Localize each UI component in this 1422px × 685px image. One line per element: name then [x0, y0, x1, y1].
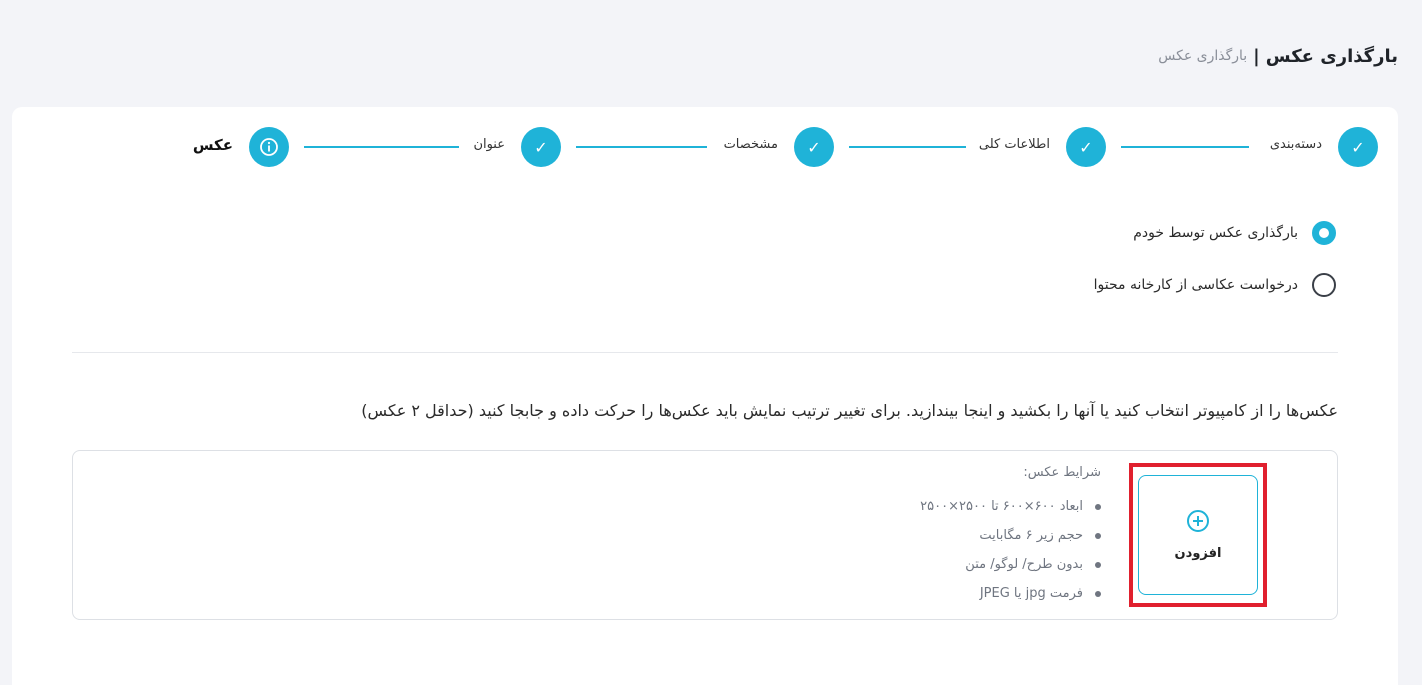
option-self-upload[interactable]: بارگذاری عکس توسط خودم: [1133, 221, 1336, 245]
page-header: بارگذاری عکس | بارگذاری عکس: [24, 40, 1398, 72]
check-icon: ✓: [534, 137, 548, 157]
self-upload-radio[interactable]: [1312, 221, 1336, 245]
studio-request-label: درخواست عکاسی از کارخانه محتوا: [1093, 277, 1298, 293]
step-1-circle[interactable]: ✓: [1338, 127, 1378, 167]
divider: [72, 352, 1338, 353]
page-title: بارگذاری عکس: [1265, 45, 1398, 67]
breadcrumb: بارگذاری عکس: [1158, 48, 1248, 64]
step-4-label: عنوان: [473, 137, 505, 152]
step-5-circle[interactable]: [249, 127, 289, 167]
self-upload-label: بارگذاری عکس توسط خودم: [1133, 225, 1298, 241]
step-connector: [849, 146, 966, 148]
check-icon: ✓: [807, 137, 821, 157]
step-connector: [304, 146, 459, 148]
stepper: ✓ دسته‌بندی ✓ اطلاعات کلی ✓ مشخصات ✓ عنو…: [12, 127, 1398, 167]
add-photo-button[interactable]: افزودن: [1138, 475, 1258, 595]
conditions-title: شرایط عکس:: [1023, 465, 1101, 480]
step-connector: [576, 146, 707, 148]
step-1-label: دسته‌بندی: [1269, 137, 1322, 152]
step-3-circle[interactable]: ✓: [794, 127, 834, 167]
title-separator: |: [1253, 45, 1260, 67]
check-icon: ✓: [1079, 137, 1093, 157]
step-5-label: عکس: [192, 136, 233, 154]
conditions-list: ابعاد ۶۰۰×۶۰۰ تا ۲۵۰۰×۲۵۰۰ حجم زیر ۶ مگا…: [841, 492, 1101, 608]
photo-conditions: شرایط عکس: ابعاد ۶۰۰×۶۰۰ تا ۲۵۰۰×۲۵۰۰ حج…: [841, 465, 1101, 608]
condition-item: ابعاد ۶۰۰×۶۰۰ تا ۲۵۰۰×۲۵۰۰: [841, 492, 1101, 521]
option-studio-request[interactable]: درخواست عکاسی از کارخانه محتوا: [1094, 273, 1336, 297]
step-connector: [1121, 146, 1249, 148]
studio-request-radio[interactable]: [1312, 273, 1336, 297]
condition-item: بدون طرح/ لوگو/ متن: [841, 550, 1101, 579]
condition-item: حجم زیر ۶ مگابایت: [841, 521, 1101, 550]
add-photo-label: افزودن: [1174, 545, 1222, 561]
upload-dropzone[interactable]: افزودن شرایط عکس: ابعاد ۶۰۰×۶۰۰ تا ۲۵۰۰×…: [72, 450, 1338, 620]
step-2-circle[interactable]: ✓: [1066, 127, 1106, 167]
condition-item: فرمت jpg یا JPEG: [841, 579, 1101, 608]
highlight-frame: افزودن: [1129, 463, 1267, 607]
step-2-label: اطلاعات کلی: [978, 137, 1050, 152]
info-icon: [260, 138, 278, 156]
check-icon: ✓: [1351, 137, 1365, 157]
plus-circle-icon: [1187, 509, 1209, 532]
upload-instruction: عکس‌ها را از کامپیوتر انتخاب کنید یا آنه…: [361, 401, 1338, 420]
step-4-circle[interactable]: ✓: [521, 127, 561, 167]
step-3-label: مشخصات: [723, 137, 778, 152]
upload-card: ✓ دسته‌بندی ✓ اطلاعات کلی ✓ مشخصات ✓ عنو…: [12, 107, 1398, 685]
